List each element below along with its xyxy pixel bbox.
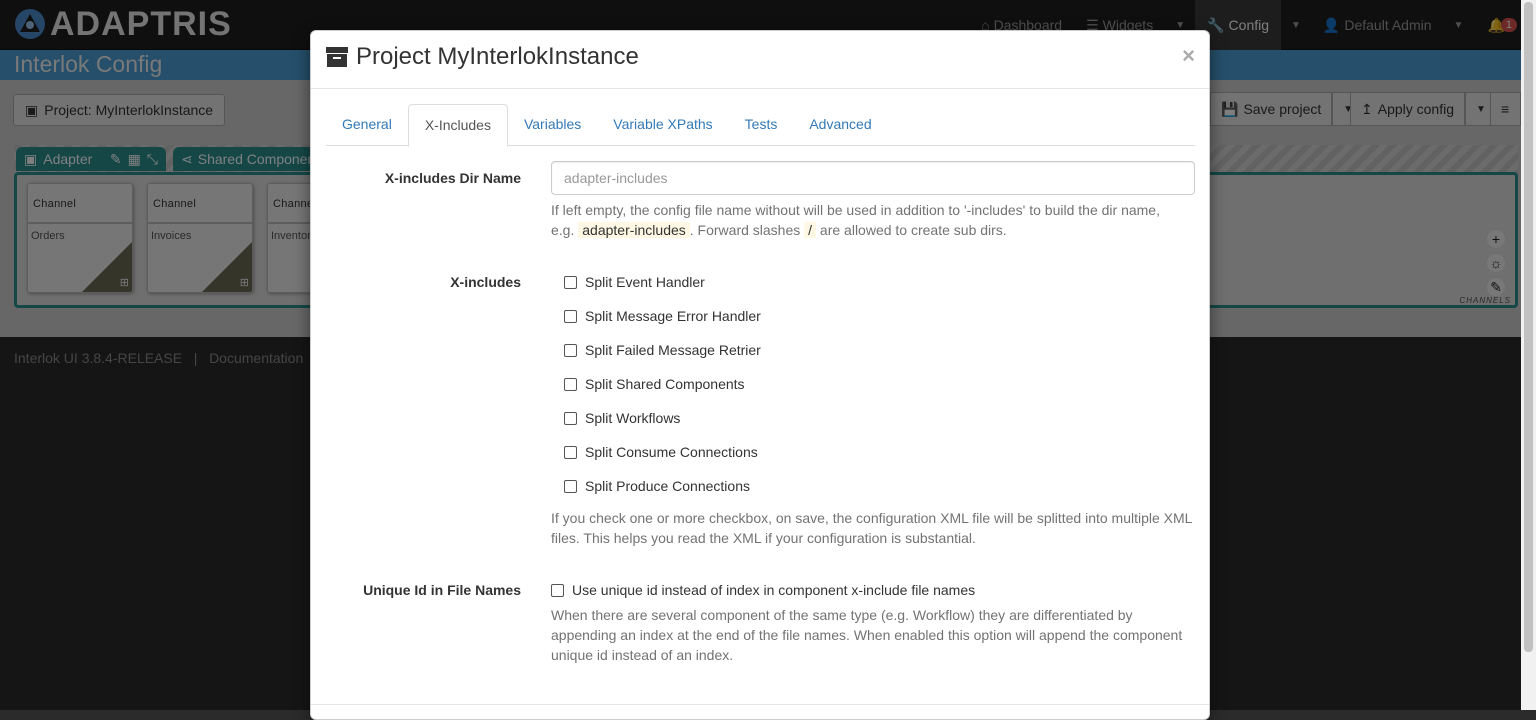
checkbox[interactable] [564, 343, 577, 357]
checkbox[interactable] [551, 583, 564, 597]
split-workflows-checkbox[interactable]: Split Workflows [564, 410, 680, 426]
tab-general[interactable]: General [326, 104, 408, 146]
example-dir-code: adapter-includes [578, 222, 690, 238]
checkbox[interactable] [564, 479, 577, 493]
xincludes-help: If you check one or more checkbox, on sa… [551, 510, 1192, 546]
unique-id-help: When there are several component of the … [551, 607, 1183, 663]
split-shared-components-checkbox[interactable]: Split Shared Components [564, 376, 745, 392]
page-scrollbar[interactable] [1521, 0, 1536, 710]
close-button[interactable]: × [1182, 43, 1195, 69]
project-modal: Project MyInterlokInstance × General X-I… [310, 30, 1210, 720]
modal-title: Project MyInterlokInstance [326, 43, 1194, 71]
tab-advanced[interactable]: Advanced [793, 104, 887, 146]
unique-id-label: Unique Id in File Names [363, 582, 521, 598]
tab-x-includes[interactable]: X-Includes [407, 104, 508, 147]
checkbox[interactable] [564, 377, 577, 391]
xincludes-label: X-includes [450, 274, 521, 290]
tab-variable-xpaths[interactable]: Variable XPaths [597, 104, 728, 146]
tab-variables[interactable]: Variables [508, 104, 597, 146]
dir-name-input[interactable] [551, 161, 1195, 195]
checkbox[interactable] [564, 445, 577, 459]
checkbox[interactable] [564, 275, 577, 289]
dir-name-help: If left empty, the config file name with… [551, 202, 1160, 238]
modal-tabs: General X-Includes Variables Variable XP… [326, 104, 1195, 147]
tab-tests[interactable]: Tests [729, 104, 794, 146]
checkbox[interactable] [564, 411, 577, 425]
modal-divider [311, 704, 1209, 705]
split-message-error-handler-checkbox[interactable]: Split Message Error Handler [564, 308, 761, 324]
archive-icon [326, 47, 348, 67]
checkbox[interactable] [564, 309, 577, 323]
modal-header: Project MyInterlokInstance × [311, 31, 1209, 89]
slash-code: / [804, 222, 817, 238]
split-failed-message-retrier-checkbox[interactable]: Split Failed Message Retrier [564, 342, 761, 358]
split-event-handler-checkbox[interactable]: Split Event Handler [564, 274, 705, 290]
split-consume-connections-checkbox[interactable]: Split Consume Connections [564, 444, 758, 460]
dir-name-label: X-includes Dir Name [384, 170, 521, 186]
unique-id-checkbox[interactable]: Use unique id instead of index in compon… [551, 582, 975, 598]
split-produce-connections-checkbox[interactable]: Split Produce Connections [564, 478, 750, 494]
